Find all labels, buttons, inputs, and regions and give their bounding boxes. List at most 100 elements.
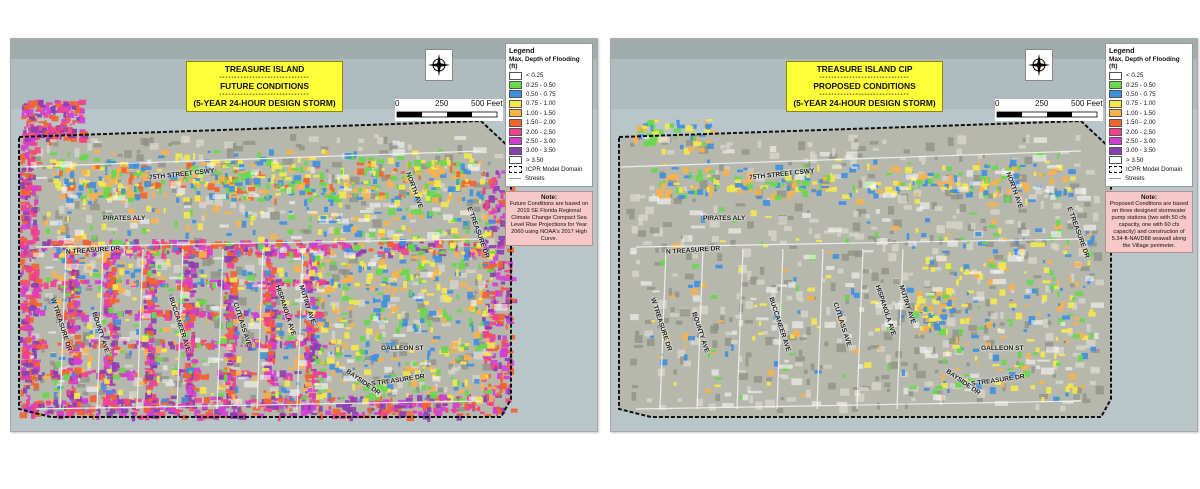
legend-row-domain: ICPR Model Domain <box>509 165 589 174</box>
legend-swatch <box>1109 81 1122 90</box>
legend-domain-label: ICPR Model Domain <box>526 166 583 174</box>
legend-domain-label: ICPR Model Domain <box>1126 166 1183 174</box>
legend-subtitle: Max. Depth of Flooding (ft) <box>509 56 580 70</box>
scale-tick-0: 0 <box>995 99 1000 108</box>
legend-row: < 0.25 <box>1109 71 1189 80</box>
legend-label: 1.50 - 2.00 <box>526 119 556 127</box>
legend-swatch <box>509 71 522 80</box>
legend-row: 0.50 - 0.75 <box>509 90 589 99</box>
model-domain-swatch <box>1109 166 1122 174</box>
map-title-box: TREASURE ISLAND CIP --------------------… <box>786 61 943 112</box>
legend-box: Legend Max. Depth of Flooding (ft) < 0.2… <box>505 43 593 187</box>
legend-swatch <box>1109 109 1122 118</box>
map-panel-proposed: TREASURE ISLAND CIP --------------------… <box>610 38 1198 432</box>
legend-row: 0.50 - 0.75 <box>1109 90 1189 99</box>
legend-title: Legend <box>1109 46 1135 55</box>
legend-row: 2.00 - 2.50 <box>1109 127 1189 137</box>
scale-tick-0: 0 <box>395 99 400 108</box>
legend-label: 2.00 - 2.50 <box>1126 128 1156 136</box>
legend-swatch <box>1109 146 1122 155</box>
map-title-box: TREASURE ISLAND ------------------------… <box>186 61 343 112</box>
legend-label: 1.00 - 1.50 <box>526 109 556 117</box>
legend-label: 0.75 - 1.00 <box>526 100 556 108</box>
legend-streets-label: Streets <box>1125 175 1145 183</box>
note-heading: Note: <box>540 194 558 201</box>
legend-swatch <box>509 137 522 146</box>
legend-swatch <box>509 128 522 137</box>
legend-row-domain: ICPR Model Domain <box>1109 165 1189 174</box>
legend-label: 0.75 - 1.00 <box>1126 100 1156 108</box>
legend-row: 2.50 - 3.00 <box>509 137 589 146</box>
legend-swatch <box>1109 118 1122 127</box>
legend-row: 3.00 - 3.50 <box>1109 146 1189 155</box>
legend-streets-label: Streets <box>525 175 545 183</box>
legend-title: Legend <box>509 46 535 55</box>
map-title-line2: FUTURE CONDITIONS <box>220 81 309 91</box>
legend-swatch <box>1109 99 1122 108</box>
legend-row: 1.00 - 1.50 <box>1109 109 1189 118</box>
streets-swatch <box>509 178 521 180</box>
legend-swatch <box>1109 71 1122 80</box>
street-label-galleon: GALLEON ST <box>981 345 1024 352</box>
legend-label: < 0.25 <box>1126 72 1144 80</box>
map-panel-future: TREASURE ISLAND ------------------------… <box>10 38 598 432</box>
legend-row: 1.00 - 1.50 <box>509 109 589 118</box>
legend-swatch <box>509 146 522 155</box>
legend-row: > 3.50 <box>1109 156 1189 165</box>
legend-swatch <box>1109 156 1122 165</box>
legend-label: 2.00 - 2.50 <box>526 128 556 136</box>
note-box: Note: Future Conditions are based on 201… <box>505 191 593 246</box>
legend-swatch <box>509 156 522 165</box>
legend-row: 0.75 - 1.00 <box>509 99 589 108</box>
map-title-line1: TREASURE ISLAND CIP <box>816 64 913 74</box>
legend-label: 2.50 - 3.00 <box>526 137 556 145</box>
legend-label: 3.00 - 3.50 <box>526 147 556 155</box>
legend-label: 2.50 - 3.00 <box>1126 137 1156 145</box>
street-label-pirates: PIRATES ALY <box>703 215 746 222</box>
model-domain-swatch <box>509 166 522 174</box>
legend-row: > 3.50 <box>509 156 589 165</box>
map-title-line2: PROPOSED CONDITIONS <box>813 81 916 91</box>
scale-tick-250: 250 <box>1035 99 1049 108</box>
legend-label: 3.00 - 3.50 <box>1126 147 1156 155</box>
map-title-line3: (5-YEAR 24-HOUR DESIGN STORM) <box>193 98 336 108</box>
scale-tick-500: 500 Feet <box>471 99 503 108</box>
legend-row: 1.50 - 2.00 <box>1109 118 1189 127</box>
north-arrow-icon <box>425 49 453 81</box>
legend-row: 3.00 - 3.50 <box>509 146 589 155</box>
scale-tick-500: 500 Feet <box>1071 99 1103 108</box>
legend-row: 1.50 - 2.00 <box>509 118 589 127</box>
scale-tick-250: 250 <box>435 99 449 108</box>
streets-swatch <box>1109 178 1121 180</box>
legend-label: 0.25 - 0.50 <box>1126 81 1156 89</box>
legend-swatch <box>509 118 522 127</box>
legend-label: 1.00 - 1.50 <box>1126 109 1156 117</box>
legend-label: < 0.25 <box>526 72 544 80</box>
note-text: Proposed Conditions are based on three d… <box>1109 201 1189 249</box>
legend-row: 2.00 - 2.50 <box>509 127 589 137</box>
street-label-galleon: GALLEON ST <box>381 345 424 352</box>
legend-row: 0.25 - 0.50 <box>509 80 589 90</box>
map-title-line1: TREASURE ISLAND <box>224 64 305 74</box>
legend-swatch <box>509 109 522 118</box>
street-label-pirates: PIRATES ALY <box>103 215 146 222</box>
legend-row: 0.25 - 0.50 <box>1109 80 1189 90</box>
legend-subtitle: Max. Depth of Flooding (ft) <box>1109 56 1180 70</box>
note-box: Note: Proposed Conditions are based on t… <box>1105 191 1193 253</box>
legend-swatch <box>1109 128 1122 137</box>
legend-swatch <box>509 90 522 99</box>
note-heading: Note: <box>1140 194 1158 201</box>
north-arrow-icon <box>1025 49 1053 81</box>
scale-bar: 0 250 500 Feet <box>395 99 503 121</box>
legend-row: < 0.25 <box>509 71 589 80</box>
legend-row: 0.75 - 1.00 <box>1109 99 1189 108</box>
legend-label: 0.50 - 0.75 <box>1126 90 1156 98</box>
legend-swatch <box>1109 90 1122 99</box>
legend-box: Legend Max. Depth of Flooding (ft) < 0.2… <box>1105 43 1193 187</box>
map-title-line3: (5-YEAR 24-HOUR DESIGN STORM) <box>793 98 936 108</box>
legend-swatch <box>509 81 522 90</box>
legend-row-streets: Streets <box>509 174 589 183</box>
legend-row-streets: Streets <box>1109 174 1189 183</box>
legend-label: 0.50 - 0.75 <box>526 90 556 98</box>
legend-classes: < 0.25 0.25 - 0.50 0.50 - 0.75 0.75 - 1.00 1… <box>1109 71 1189 165</box>
